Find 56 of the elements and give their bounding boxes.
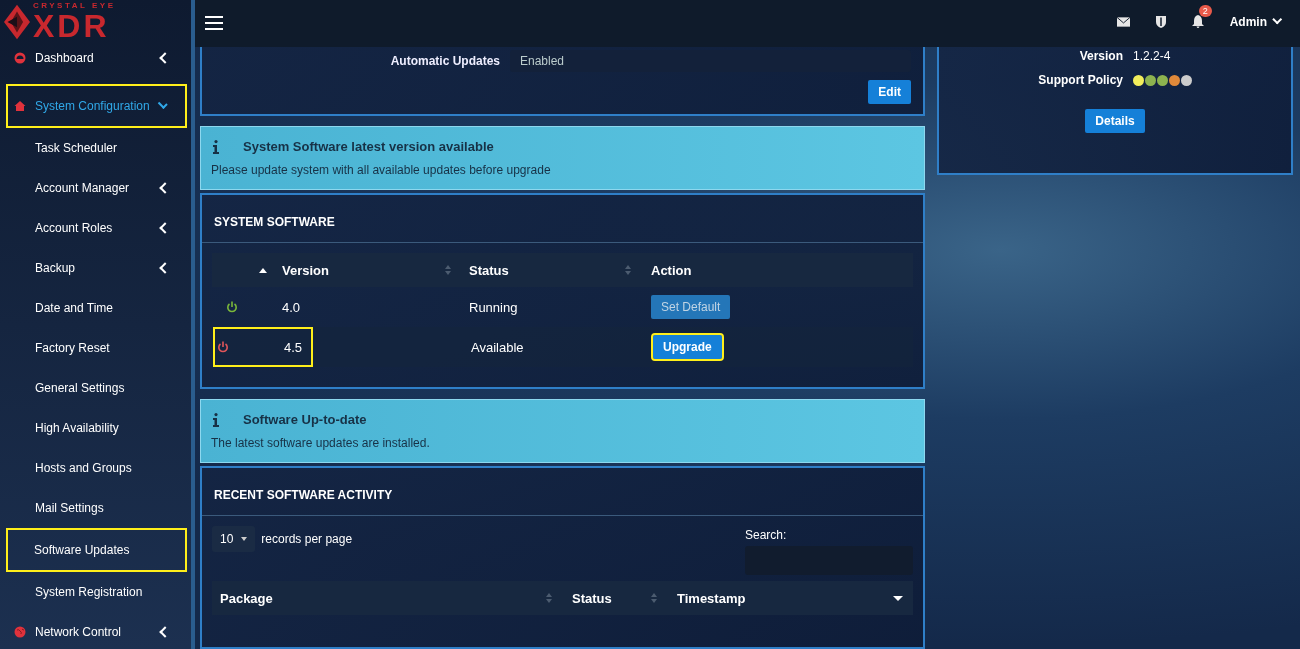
nav-item[interactable]: High Availability [0, 408, 191, 448]
card-title: RECENT SOFTWARE ACTIVITY [213, 487, 394, 504]
column-header[interactable]: Status [469, 262, 509, 278]
column-header[interactable]: Version [282, 262, 329, 278]
nav-item[interactable]: Software Updates [6, 528, 187, 572]
page-size-dropdown[interactable]: 10 [212, 526, 256, 552]
column-header[interactable]: Timestamp [677, 590, 746, 606]
nav-item[interactable]: Task Scheduler [0, 128, 191, 168]
alert-title: System Software latest version available [243, 139, 494, 154]
mail-icon[interactable] [1116, 16, 1130, 27]
nav-item[interactable]: System Registration [0, 572, 191, 612]
field-label: Support Policy [1037, 73, 1123, 87]
nav-item[interactable]: Network Control [0, 612, 191, 649]
value-field: Enabled [510, 50, 911, 72]
version-value: 1.2.2-4 [1133, 49, 1171, 63]
table-cell-text: Running [468, 299, 519, 315]
nav-item[interactable]: Mail Settings [0, 488, 191, 528]
table-cell-text: 4.0 [281, 299, 301, 315]
alert-title: Software Up-to-date [243, 412, 367, 427]
column-header[interactable]: Status [572, 590, 612, 606]
shield-icon[interactable] [1155, 15, 1166, 28]
nav-item[interactable]: System Configuration [6, 84, 187, 128]
bell-icon[interactable] [1191, 15, 1204, 28]
search-label: Search: [745, 528, 788, 542]
nav-item[interactable]: Account Manager [0, 168, 191, 208]
table-cell-text: Available [470, 339, 525, 355]
info-icon [213, 412, 219, 427]
logo-subtitle: CRYSTAL EYE [33, 2, 116, 10]
action-button[interactable]: Upgrade [653, 335, 722, 359]
details-button[interactable]: Details [1085, 109, 1145, 133]
alert-message: Please update system with all available updates before upgrade [211, 163, 552, 177]
menu-icon[interactable] [205, 15, 223, 30]
notification-badge: 2 [1198, 5, 1212, 17]
info-icon [213, 139, 219, 154]
column-header[interactable]: Package [220, 590, 273, 606]
field-label: Version [1078, 49, 1123, 63]
user-menu[interactable]: Admin [1229, 14, 1280, 29]
card-title: SYSTEM SOFTWARE [213, 214, 336, 231]
edit-button[interactable]: Edit [868, 80, 911, 104]
nav-item[interactable]: Factory Reset [0, 328, 191, 368]
globe-icon [14, 626, 26, 638]
table-cell-text: 4.5 [283, 339, 303, 355]
logo-mark-icon [4, 4, 30, 40]
nav-item[interactable]: Account Roles [0, 208, 191, 248]
sort-icon[interactable] [258, 267, 267, 273]
page-size-label: records per page [261, 532, 353, 546]
nav-item[interactable]: General Settings [0, 368, 191, 408]
alert-message: The latest software updates are installed. [211, 436, 431, 450]
nav-item[interactable]: Date and Time [0, 288, 191, 328]
column-header[interactable]: Action [651, 262, 692, 278]
field-label: Automatic Updates [389, 54, 500, 68]
nav-item[interactable]: Hosts and Groups [0, 448, 191, 488]
sort-icon[interactable] [893, 595, 903, 601]
nav-item[interactable]: Backup [0, 248, 191, 288]
home-icon [14, 100, 26, 112]
gauge-icon [14, 52, 26, 64]
